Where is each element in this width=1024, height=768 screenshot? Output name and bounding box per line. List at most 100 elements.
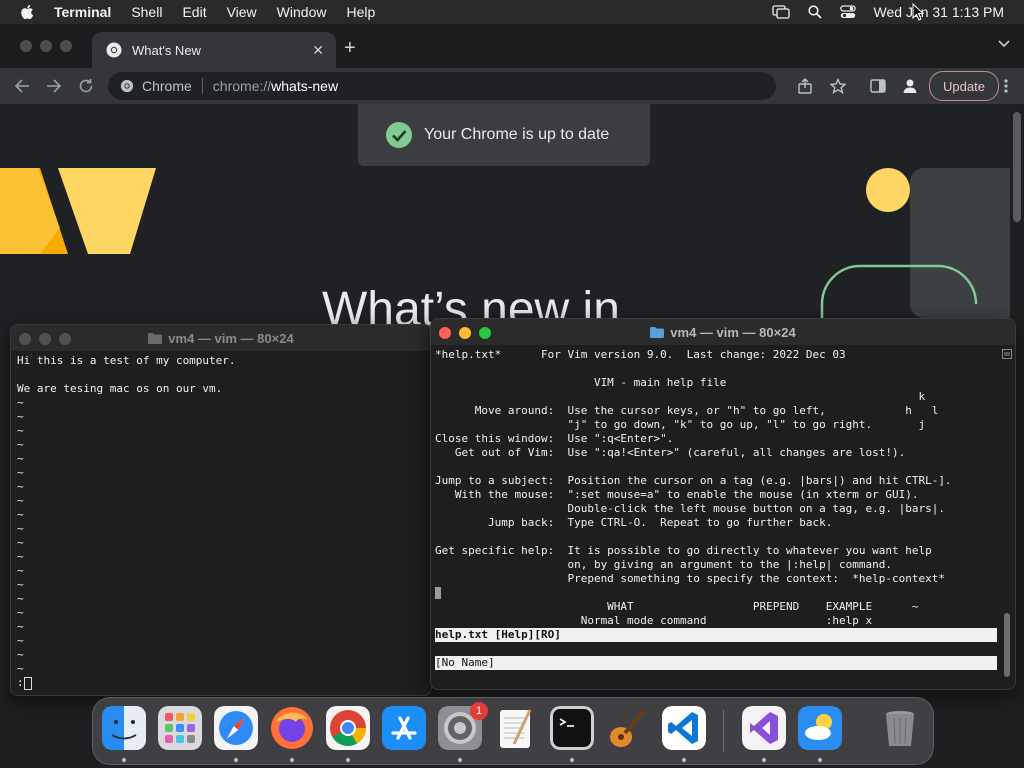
- help-line: Get out of Vim: Use ":qa!<Enter>" (caref…: [435, 446, 906, 459]
- dock-instruments[interactable]: [606, 706, 650, 750]
- up-to-date-toast: Your Chrome is up to date: [358, 104, 650, 166]
- cursor-line: [435, 586, 997, 600]
- settings-running-dot: [458, 758, 462, 762]
- close-window-button[interactable]: [20, 40, 32, 52]
- terminal-scrollbar-thumb[interactable]: [1004, 613, 1010, 677]
- terminal-right-close-button[interactable]: [439, 327, 451, 339]
- back-arrow-icon[interactable]: [14, 78, 30, 94]
- dock-chrome[interactable]: [326, 706, 370, 750]
- dock-trash[interactable]: [878, 706, 922, 750]
- vim-buffer-left[interactable]: Hi this is a test of my computer. We are…: [17, 354, 431, 695]
- dock: 1: [92, 697, 934, 765]
- terminal-right-titlebar[interactable]: vm4 — vim — 80×24: [431, 319, 1015, 345]
- chrome-site-icon[interactable]: [120, 79, 134, 93]
- close-tab-icon[interactable]: ✕: [312, 42, 324, 59]
- chrome-favicon-icon: [106, 42, 122, 58]
- terminal-left-titlebar[interactable]: vm4 — vim — 80×24: [11, 325, 431, 351]
- zoom-window-button[interactable]: [60, 40, 72, 52]
- address-bar[interactable]: Chrome chrome://whats-new: [108, 72, 846, 100]
- menu-help[interactable]: Help: [346, 4, 375, 20]
- firefox-running-dot: [290, 758, 294, 762]
- noname-status-line: [No Name]: [435, 656, 997, 670]
- dock-safari[interactable]: [214, 706, 258, 750]
- menu-edit[interactable]: Edit: [182, 4, 206, 20]
- page-scrollbar-thumb[interactable]: [1013, 112, 1021, 222]
- help-line: Double-click the left mouse button on a …: [435, 502, 945, 515]
- launchpad-icon: [158, 706, 202, 750]
- dock-launchpad[interactable]: [158, 706, 202, 750]
- spotlight-search-icon[interactable]: [807, 5, 822, 19]
- chrome-menu-kebab-icon[interactable]: [1004, 79, 1008, 93]
- menu-view[interactable]: View: [227, 4, 257, 20]
- buffer-line: We are tesing mac os on our vm.: [17, 382, 223, 395]
- help-line: Jump to a subject: Position the cursor o…: [435, 474, 952, 487]
- visual-studio-icon: [742, 706, 786, 750]
- dock-divider: [723, 710, 724, 752]
- forward-arrow-icon[interactable]: [46, 78, 62, 94]
- dock-vscode[interactable]: [662, 706, 706, 750]
- terminal-left-zoom-button[interactable]: [59, 333, 71, 345]
- minimize-window-button[interactable]: [40, 40, 52, 52]
- help-line: [435, 460, 997, 474]
- dock-app-store[interactable]: [382, 706, 426, 750]
- reload-icon[interactable]: [78, 78, 94, 94]
- new-tab-button[interactable]: +: [344, 38, 356, 58]
- tilde-line: ~: [17, 662, 24, 675]
- terminal-running-dot: [570, 758, 574, 762]
- dock-terminal[interactable]: [550, 706, 594, 750]
- tilde-line: ~: [17, 466, 24, 479]
- terminal-right-zoom-button[interactable]: [479, 327, 491, 339]
- tilde-line: ~: [17, 620, 24, 633]
- tab-whats-new[interactable]: What's New ✕: [92, 32, 336, 68]
- finder-icon: [102, 706, 146, 750]
- update-chrome-button[interactable]: Update: [929, 71, 999, 101]
- control-center-icon[interactable]: [839, 5, 856, 19]
- help-line: VIM - main help file: [435, 376, 727, 389]
- terminal-window-left[interactable]: vm4 — vim — 80×24 Hi this is a test of m…: [10, 324, 432, 696]
- dock-visual-studio[interactable]: [742, 706, 786, 750]
- tilde-line: ~: [17, 410, 24, 423]
- tab-title: What's New: [132, 42, 201, 58]
- vim-help-buffer[interactable]: *help.txt* For Vim version 9.0. Last cha…: [435, 348, 997, 689]
- side-panel-icon[interactable]: [870, 79, 886, 93]
- tilde-line: ~: [17, 578, 24, 591]
- app-store-icon: [382, 706, 426, 750]
- tilde-line: ~: [17, 438, 24, 451]
- site-chip-label: Chrome: [142, 78, 192, 94]
- menu-app-terminal[interactable]: Terminal: [54, 4, 111, 20]
- help-line: Prepend something to specify the context…: [435, 572, 945, 585]
- menu-shell[interactable]: Shell: [131, 4, 162, 20]
- tilde-line: ~: [17, 508, 24, 521]
- weather-running-dot: [818, 758, 822, 762]
- url-scheme: chrome://: [212, 78, 272, 94]
- menu-window[interactable]: Window: [277, 4, 327, 20]
- dock-finder[interactable]: [102, 706, 146, 750]
- tilde-line: ~: [17, 592, 24, 605]
- command-prompt: :: [17, 676, 24, 689]
- dock-textedit[interactable]: [494, 706, 538, 750]
- screen-mirroring-icon[interactable]: [771, 5, 790, 19]
- chrome-running-dot: [346, 758, 350, 762]
- tab-search-chevron-icon[interactable]: [998, 40, 1010, 48]
- share-icon[interactable]: [798, 78, 812, 94]
- terminal-scrollbar[interactable]: [1001, 347, 1013, 683]
- command-line[interactable]: :: [17, 676, 431, 690]
- terminal-left-minimize-button[interactable]: [39, 333, 51, 345]
- profile-avatar-icon[interactable]: [902, 78, 918, 94]
- dock-weather[interactable]: [798, 706, 842, 750]
- menu-clock[interactable]: Wed Jan 31 1:13 PM: [874, 4, 1004, 20]
- dock-firefox[interactable]: [270, 706, 314, 750]
- tilde-line: ~: [17, 494, 24, 507]
- decorative-circle-graphic: [866, 168, 910, 212]
- terminal-right-minimize-button[interactable]: [459, 327, 471, 339]
- safari-running-dot: [234, 758, 238, 762]
- help-line: WHAT PREPEND EXAMPLE ~: [435, 600, 919, 613]
- apple-menu-icon[interactable]: [20, 4, 34, 20]
- terminal-right-window-controls: [439, 327, 491, 339]
- terminal-left-close-button[interactable]: [19, 333, 31, 345]
- tilde-line: ~: [17, 480, 24, 493]
- terminal-window-right[interactable]: vm4 — vim — 80×24 *help.txt* For Vim ver…: [430, 318, 1016, 690]
- bookmark-star-icon[interactable]: [830, 78, 846, 94]
- settings-update-badge: 1: [470, 702, 488, 720]
